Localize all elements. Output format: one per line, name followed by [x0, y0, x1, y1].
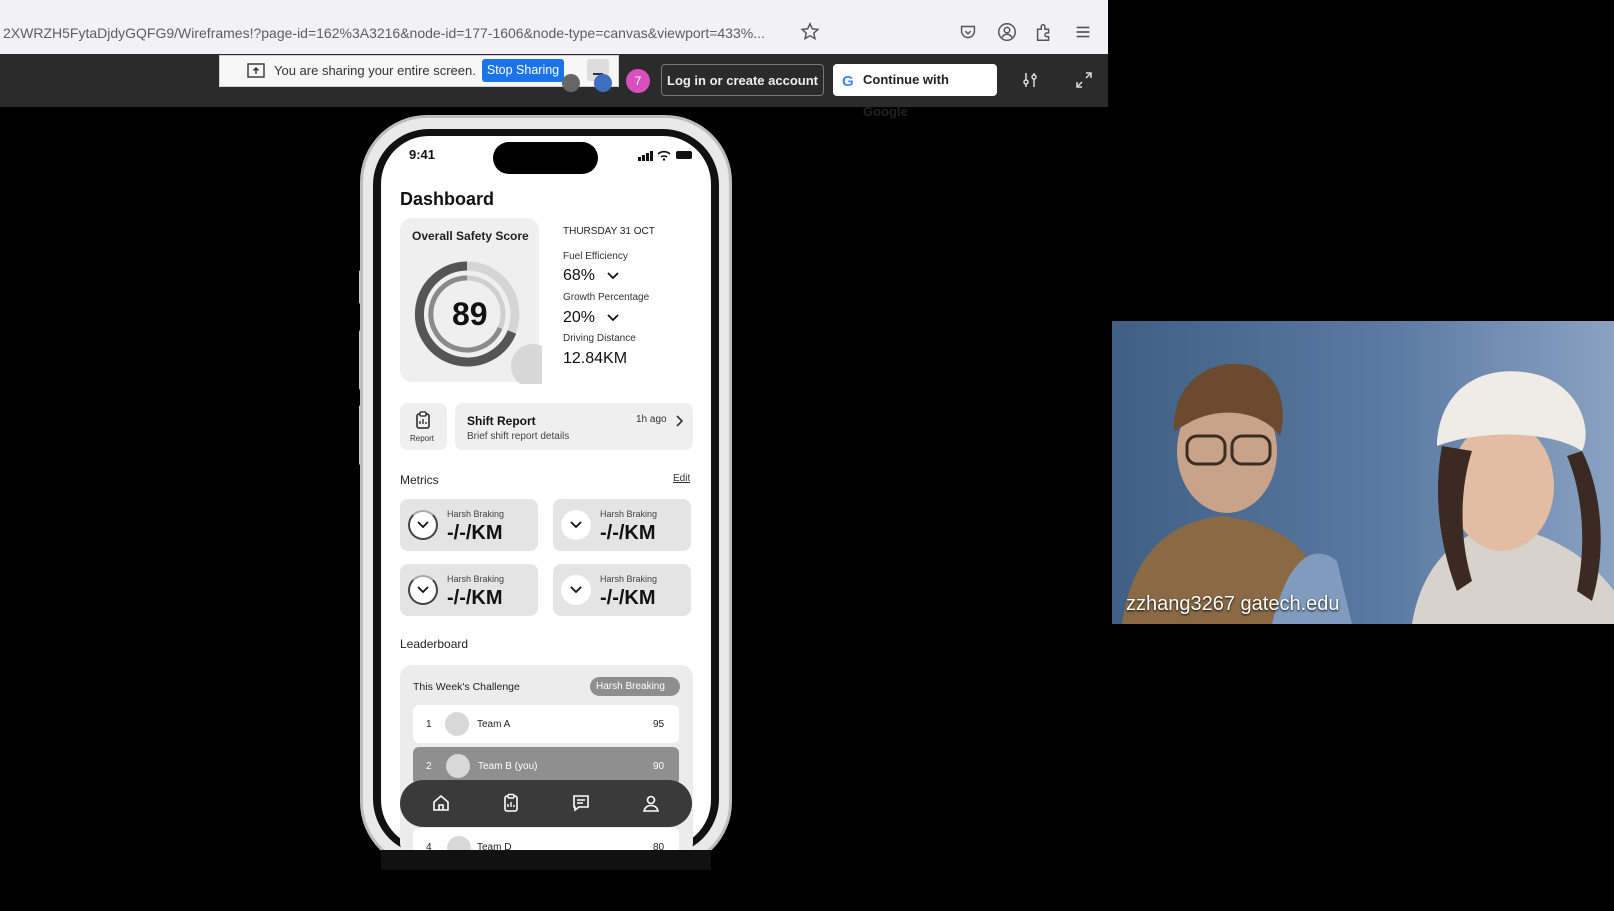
metric-label: Harsh Braking	[600, 509, 658, 519]
row-score: 95	[653, 719, 665, 730]
continue-with-google-button[interactable]: Continue with Google	[833, 64, 997, 119]
fullscreen-icon[interactable]	[1074, 70, 1094, 90]
status-icons	[638, 150, 692, 161]
page-title: Dashboard	[400, 189, 495, 209]
message-icon[interactable]	[571, 793, 591, 813]
chevron-down-icon	[570, 521, 582, 529]
collaborator-avatar[interactable]	[562, 74, 580, 92]
stat-label: Driving Distance	[563, 333, 636, 344]
pocket-icon[interactable]	[957, 21, 979, 43]
leaderboard-title: Leaderboard	[400, 637, 469, 651]
google-icon: G	[842, 73, 854, 90]
team-avatar	[445, 712, 469, 736]
stat-value: 12.84KM	[563, 350, 628, 367]
challenge-label: This Week's Challenge	[413, 681, 520, 693]
login-button[interactable]: Log in or create account	[661, 64, 824, 96]
settings-sliders-icon[interactable]	[1020, 70, 1040, 90]
chevron-down-icon	[417, 521, 429, 529]
share-message: You are sharing your entire screen.	[274, 63, 476, 78]
clipboard-icon[interactable]	[501, 793, 521, 813]
home-icon[interactable]	[431, 793, 451, 813]
stat-value: 68%	[563, 267, 596, 284]
team-avatar	[446, 754, 470, 778]
clipboard-icon	[416, 411, 430, 429]
row-team: Team B (you)	[478, 761, 538, 772]
metric-label: Harsh Braking	[447, 509, 505, 519]
video-frame	[1112, 321, 1614, 624]
menu-icon[interactable]	[1072, 21, 1094, 43]
stat-label: Growth Percentage	[563, 292, 650, 303]
row-team: Team A	[477, 719, 511, 730]
stat-value: 20%	[563, 309, 596, 326]
user-avatar[interactable]: 7	[626, 69, 650, 93]
screen-bottom-mask	[381, 850, 711, 870]
chevron-right-icon	[676, 415, 683, 427]
shift-report-time: 1h ago	[636, 414, 667, 425]
metrics-edit-link[interactable]: Edit	[673, 473, 690, 484]
share-screen-icon	[247, 63, 265, 78]
stop-sharing-button[interactable]: Stop Sharing	[482, 59, 564, 82]
chevron-down-icon	[417, 586, 429, 594]
metric-value: -/-/KM	[447, 587, 503, 609]
participant-video	[1112, 321, 1614, 624]
challenge-tag-label: Harsh Breaking	[596, 681, 665, 692]
bookmark-star-icon[interactable]	[799, 21, 821, 43]
status-time: 9:41	[409, 147, 436, 162]
chevron-down-icon	[570, 586, 582, 594]
collaborator-avatar[interactable]	[594, 74, 612, 92]
metric-value: -/-/KM	[447, 522, 503, 544]
row-rank: 2	[426, 761, 432, 772]
metric-value: -/-/KM	[600, 587, 656, 609]
metric-label: Harsh Braking	[447, 574, 505, 584]
account-icon[interactable]	[996, 21, 1018, 43]
metric-label: Harsh Braking	[600, 574, 658, 584]
chevron-down-icon[interactable]	[607, 272, 619, 280]
report-icon-label: Report	[410, 434, 435, 443]
dynamic-island	[493, 142, 598, 174]
profile-icon[interactable]	[641, 793, 661, 813]
date-label: THURSDAY 31 OCT	[563, 226, 655, 237]
row-score: 90	[653, 761, 665, 772]
safety-score-value: 89	[452, 296, 488, 332]
shift-report-subtitle: Brief shift report details	[467, 431, 570, 442]
shift-report-title: Shift Report	[467, 414, 536, 428]
row-rank: 1	[426, 719, 432, 730]
extensions-icon[interactable]	[1033, 21, 1055, 43]
safety-score-label: Overall Safety Score	[412, 229, 529, 243]
chevron-down-icon[interactable]	[607, 314, 619, 322]
participant-name: zzhang3267 gatech.edu	[1126, 593, 1340, 615]
url-text[interactable]: 2XWRZH5FytaDjdyGQFG9/Wireframes!?page-id…	[3, 25, 765, 41]
metric-value: -/-/KM	[600, 522, 656, 544]
stat-label: Fuel Efficiency	[563, 251, 628, 262]
metrics-title: Metrics	[400, 473, 439, 487]
